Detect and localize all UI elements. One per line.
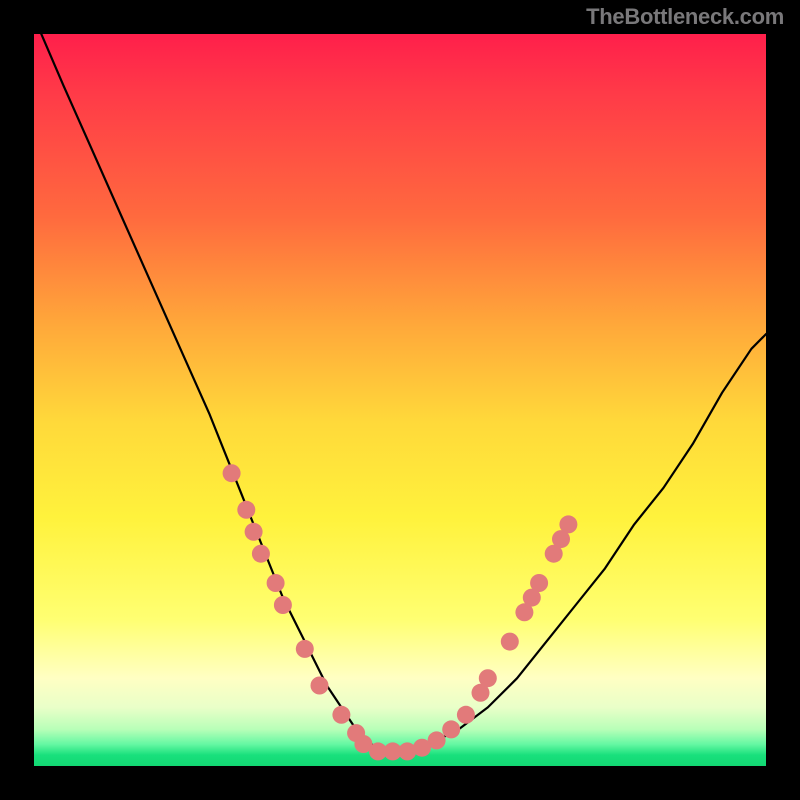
marker-point xyxy=(559,515,577,533)
marker-point xyxy=(274,596,292,614)
marker-point xyxy=(223,464,241,482)
marker-point xyxy=(252,545,270,563)
marker-point xyxy=(479,669,497,687)
marker-point xyxy=(457,706,475,724)
marker-point xyxy=(332,706,350,724)
marker-point xyxy=(296,640,314,658)
marker-point xyxy=(311,677,329,695)
marker-point xyxy=(428,731,446,749)
marker-point xyxy=(267,574,285,592)
chart-overlay xyxy=(34,34,766,766)
marker-point xyxy=(442,720,460,738)
plot-area xyxy=(34,34,766,766)
marker-point xyxy=(501,633,519,651)
attribution-text: TheBottleneck.com xyxy=(586,4,784,30)
highlighted-points xyxy=(223,464,578,760)
marker-point xyxy=(530,574,548,592)
chart-container: TheBottleneck.com xyxy=(0,0,800,800)
bottleneck-curve xyxy=(41,34,766,751)
marker-point xyxy=(237,501,255,519)
marker-point xyxy=(245,523,263,541)
